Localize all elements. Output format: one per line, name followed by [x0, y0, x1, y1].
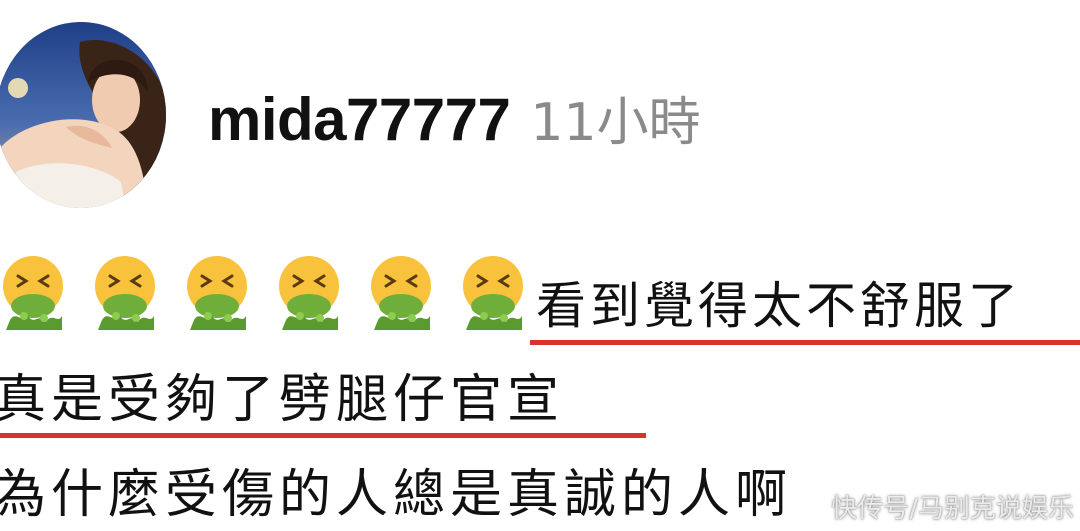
nauseated-vomiting-face-emoji	[371, 256, 431, 330]
comment-text-line-2: 真是受夠了劈腿仔官宣	[0, 370, 565, 430]
nauseated-vomiting-face-emoji	[187, 256, 247, 330]
watermark: 快传号/马别克说娱乐	[831, 494, 1074, 524]
avatar-photo	[0, 22, 166, 208]
username[interactable]: mida77777	[208, 85, 511, 154]
nauseated-vomiting-face-emoji	[279, 256, 339, 330]
comment-screenshot: mida77777 11小時 看到覺得太不舒服了 真是受夠了劈腿仔官宣 為什麼受…	[0, 0, 1080, 531]
red-underline-2	[0, 433, 646, 438]
red-underline-1	[530, 340, 1080, 345]
avatar[interactable]	[0, 22, 166, 208]
timestamp: 11小時	[530, 93, 701, 153]
comment-line-1: 看到覺得太不舒服了	[0, 246, 1080, 346]
emoji-row	[0, 254, 526, 330]
comment-header: mida77777 11小時	[208, 80, 701, 160]
nauseated-vomiting-face-emoji	[95, 256, 155, 330]
comment-text-line-1: 看到覺得太不舒服了	[536, 277, 1022, 335]
nauseated-vomiting-face-emoji	[463, 256, 523, 330]
nauseated-vomiting-face-emoji	[3, 256, 63, 330]
comment-text-line-3: 為什麼受傷的人總是真誠的人啊	[0, 465, 793, 525]
